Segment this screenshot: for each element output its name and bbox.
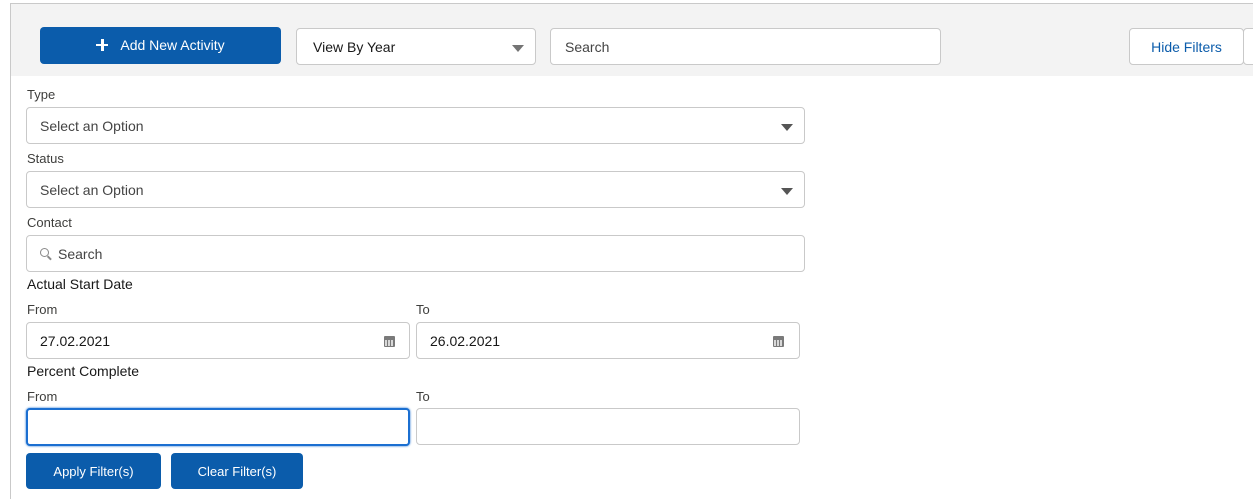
contact-placeholder: Search: [58, 245, 103, 262]
start-date-to-input[interactable]: 26.02.2021: [416, 322, 800, 359]
search-placeholder: Search: [565, 38, 610, 55]
start-date-to-label: To: [416, 302, 430, 317]
status-label: Status: [27, 151, 64, 166]
plus-icon: [96, 38, 109, 51]
percent-from-label: From: [27, 389, 58, 404]
search-icon: [40, 248, 49, 257]
start-date-from-label: From: [27, 302, 58, 317]
chevron-down-icon: [512, 45, 524, 52]
type-placeholder: Select an Option: [40, 117, 144, 134]
start-date-from-input[interactable]: 27.02.2021: [26, 322, 410, 359]
percent-to-label: To: [416, 389, 430, 404]
hide-filters-button[interactable]: Hide Filters: [1129, 28, 1244, 65]
calendar-icon[interactable]: [384, 336, 395, 347]
type-label: Type: [27, 87, 56, 102]
start-date-from-value: 27.02.2021: [40, 332, 111, 349]
apply-filters-label: Apply Filter(s): [53, 463, 134, 479]
percent-complete-label: Percent Complete: [27, 363, 140, 379]
status-placeholder: Select an Option: [40, 181, 144, 198]
add-new-activity-label: Add New Activity: [120, 36, 225, 53]
contact-search-input[interactable]: Search: [26, 235, 805, 272]
calendar-icon[interactable]: [773, 336, 784, 347]
clear-filters-label: Clear Filter(s): [197, 463, 277, 479]
type-select[interactable]: Select an Option: [26, 107, 805, 144]
view-select-value: View By Year: [313, 38, 396, 55]
more-actions-button[interactable]: [1243, 28, 1253, 65]
actual-start-date-label: Actual Start Date: [27, 276, 133, 292]
add-new-activity-button[interactable]: Add New Activity: [40, 27, 281, 64]
view-select[interactable]: View By Year: [296, 28, 536, 65]
percent-to-input[interactable]: [416, 408, 800, 445]
clear-filters-button[interactable]: Clear Filter(s): [171, 453, 303, 489]
contact-label: Contact: [27, 215, 72, 230]
percent-from-input[interactable]: [26, 408, 410, 446]
start-date-to-value: 26.02.2021: [430, 332, 501, 349]
chevron-down-icon: [781, 124, 793, 131]
hide-filters-label: Hide Filters: [1151, 38, 1222, 55]
search-input[interactable]: Search: [550, 28, 941, 65]
chevron-down-icon: [781, 188, 793, 195]
apply-filters-button[interactable]: Apply Filter(s): [26, 453, 161, 489]
status-select[interactable]: Select an Option: [26, 171, 805, 208]
